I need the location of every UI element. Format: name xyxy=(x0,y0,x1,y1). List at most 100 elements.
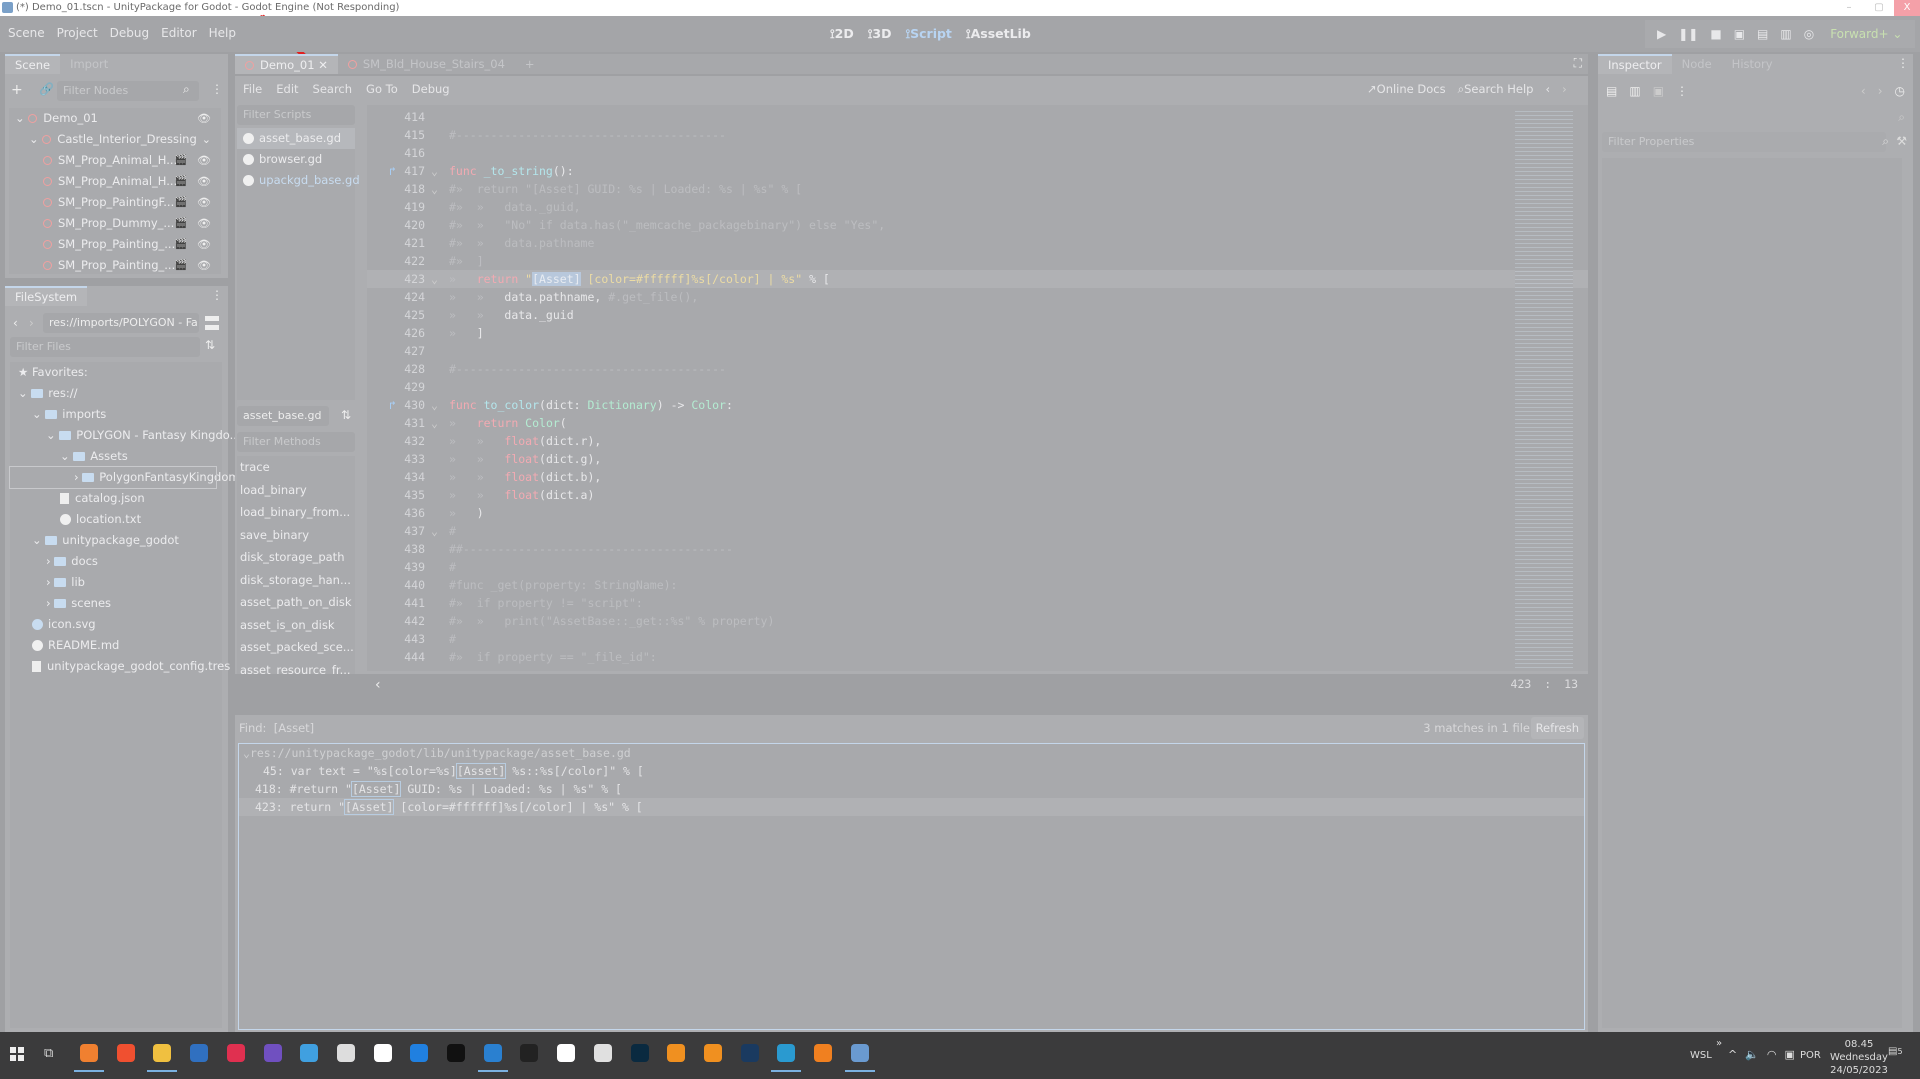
file-item[interactable]: ⌄ imports xyxy=(10,404,222,425)
back-icon[interactable]: ‹ xyxy=(13,316,18,330)
tray-overflow[interactable]: » xyxy=(1716,1038,1722,1049)
scene-tab[interactable]: SM_Bld_House_Stairs_04 xyxy=(338,54,515,74)
terminal-icon[interactable] xyxy=(520,1044,539,1062)
movie-scene-icon[interactable]: ▥ xyxy=(1780,27,1791,41)
distraction-free-icon[interactable]: ⛶ xyxy=(1574,56,1582,71)
tab-2d[interactable]: ⟟2D xyxy=(830,26,854,42)
unreal-engine-icon[interactable] xyxy=(447,1044,465,1062)
search-app-icon[interactable] xyxy=(814,1044,832,1062)
telegram-icon[interactable] xyxy=(771,1044,802,1072)
menu-icon[interactable]: ⋮ xyxy=(211,288,223,302)
search-help-button[interactable]: ⌕Search Help xyxy=(1458,82,1534,97)
toggle-scripts-panel-icon[interactable]: ‹ xyxy=(375,677,381,693)
file-explorer-icon[interactable] xyxy=(147,1044,178,1072)
script-menu-go-to[interactable]: Go To xyxy=(366,82,398,96)
script-menu-edit[interactable]: Edit xyxy=(276,82,298,96)
history-forward-icon[interactable]: › xyxy=(1562,82,1567,97)
method-item[interactable]: asset_resource_fr... xyxy=(237,659,355,675)
wifi-icon[interactable]: ◠ xyxy=(1767,1048,1777,1061)
method-item[interactable]: asset_is_on_disk xyxy=(237,614,355,637)
fold-icon[interactable]: ⌄ xyxy=(431,180,438,198)
script-item[interactable]: asset_base.gd xyxy=(237,128,355,149)
minimize-button[interactable]: – xyxy=(1834,0,1864,16)
cursor-app-icon[interactable] xyxy=(373,1044,392,1062)
sort-icon[interactable]: ⇅ xyxy=(341,408,351,422)
visibility-icon[interactable]: 👁 xyxy=(197,192,211,213)
filter-properties-input[interactable]: Filter Properties xyxy=(1602,132,1886,152)
visibility-icon[interactable]: 👁 xyxy=(197,234,211,255)
tab-filesystem[interactable]: FileSystem xyxy=(5,286,88,306)
app-diamond-icon[interactable] xyxy=(557,1044,576,1062)
sort-icon[interactable]: ⇅ xyxy=(205,338,215,352)
thunderbird-icon[interactable] xyxy=(190,1044,209,1062)
blender-2-icon[interactable] xyxy=(703,1044,722,1062)
visibility-icon[interactable]: 👁 xyxy=(197,150,211,171)
tools-icon[interactable]: ⚒ xyxy=(1896,134,1907,148)
scene-instance-icon[interactable]: 🎬 xyxy=(175,150,187,171)
obsidian-icon[interactable] xyxy=(263,1044,282,1062)
scene-instance-icon[interactable]: 🎬 xyxy=(175,234,187,255)
filter-scripts-input[interactable]: Filter Scripts xyxy=(237,105,355,125)
script-menu-search[interactable]: Search xyxy=(313,82,353,96)
method-item[interactable]: load_binary xyxy=(237,479,355,502)
new-resource-icon[interactable]: ▤ xyxy=(1606,84,1617,98)
back-icon[interactable]: ‹ xyxy=(1861,84,1866,98)
tab-scene[interactable]: Scene xyxy=(5,54,61,74)
chevron-up-icon[interactable]: ^ xyxy=(1728,1048,1737,1061)
scene-instance-icon[interactable]: 🎬 xyxy=(175,213,187,234)
filter-files-input[interactable]: Filter Files xyxy=(10,337,200,357)
clock[interactable]: 08.45 Wednesday 24/05/2023 xyxy=(1828,1038,1890,1077)
chevron-down-icon[interactable]: ⌄ xyxy=(32,407,45,421)
file-item[interactable]: ★ Favorites: xyxy=(10,362,222,383)
chevron-down-icon[interactable]: › xyxy=(46,554,54,568)
slack-icon[interactable] xyxy=(593,1044,612,1062)
scene-node[interactable]: SM_Prop_Dummy_... 🎬 👁 xyxy=(9,213,221,234)
movie-icon[interactable]: ▤ xyxy=(1757,27,1768,41)
chevron-down-icon[interactable]: › xyxy=(46,575,54,589)
method-item[interactable]: trace xyxy=(237,456,355,479)
add-tab-icon[interactable]: + xyxy=(515,54,545,74)
start-button[interactable] xyxy=(10,1047,24,1061)
menu-icon[interactable]: ⋮ xyxy=(1676,84,1688,98)
forward-icon[interactable]: › xyxy=(1878,84,1883,98)
godot-icon[interactable] xyxy=(844,1044,875,1072)
script-menu-debug[interactable]: Debug xyxy=(412,82,450,96)
method-item[interactable]: load_binary_from... xyxy=(237,501,355,524)
scene-tab[interactable]: Demo_01 ✕ xyxy=(235,54,338,74)
open-resource-icon[interactable]: ▥ xyxy=(1629,84,1640,98)
chevron-down-icon[interactable]: ⌄ xyxy=(46,428,59,442)
code-editor[interactable]: 414 415 #---------------------------------… xyxy=(367,105,1588,671)
fold-icon[interactable]: ⌄ xyxy=(431,396,438,414)
tab-3d[interactable]: ⟟3D xyxy=(868,26,892,42)
brave-icon[interactable] xyxy=(116,1044,135,1062)
pause-icon[interactable]: ❚❚ xyxy=(1678,27,1698,41)
history-icon[interactable]: ◷ xyxy=(1895,84,1905,98)
app-red-icon[interactable] xyxy=(226,1044,245,1062)
chevron-down-icon[interactable]: ⌄ xyxy=(18,386,31,400)
scene-node[interactable]: ⌄ Demo_01 👁 xyxy=(9,108,221,129)
find-result-row[interactable]: 418: #return "[Asset] GUID: %s | Loaded:… xyxy=(239,780,1584,798)
scene-instance-icon[interactable]: 🎬 xyxy=(175,255,187,276)
firefox-icon[interactable] xyxy=(74,1044,104,1072)
script-item[interactable]: browser.gd xyxy=(237,149,355,170)
tab-assetlib[interactable]: ⟟AssetLib xyxy=(966,26,1031,42)
scene-node[interactable]: SM_Prop_PaintingF... 🎬 👁 xyxy=(9,192,221,213)
tab-import[interactable]: Import xyxy=(60,54,118,74)
menu-project[interactable]: Project xyxy=(57,26,98,40)
scene-node[interactable]: SM_Prop_Painting_... 🎬 👁 xyxy=(9,234,221,255)
wsl-label[interactable]: WSL xyxy=(1690,1050,1712,1061)
close-tab-icon[interactable]: ✕ xyxy=(315,58,328,72)
file-item[interactable]: › PolygonFantasyKingdom xyxy=(9,466,240,489)
refresh-button[interactable]: Refresh xyxy=(1530,717,1584,739)
scene-node[interactable]: SM_Prop_Animal_H... 🎬 👁 xyxy=(9,150,221,171)
photoshop-icon[interactable] xyxy=(630,1044,649,1062)
split-view-icon[interactable] xyxy=(205,316,219,330)
find-result-row[interactable]: 423: return "[Asset] [color=#ffffff]%s[/… xyxy=(239,798,1584,816)
file-item[interactable]: unitypackage_godot_config.tres xyxy=(10,656,230,677)
volume-icon[interactable]: 🔈 xyxy=(1745,1048,1759,1061)
fold-icon[interactable]: ⌄ xyxy=(431,270,438,288)
file-item[interactable]: catalog.json xyxy=(10,488,222,509)
menu-help[interactable]: Help xyxy=(209,26,236,40)
path-field[interactable]: res://imports/POLYGON - Fa xyxy=(43,313,199,333)
file-item[interactable]: › lib xyxy=(10,572,222,593)
